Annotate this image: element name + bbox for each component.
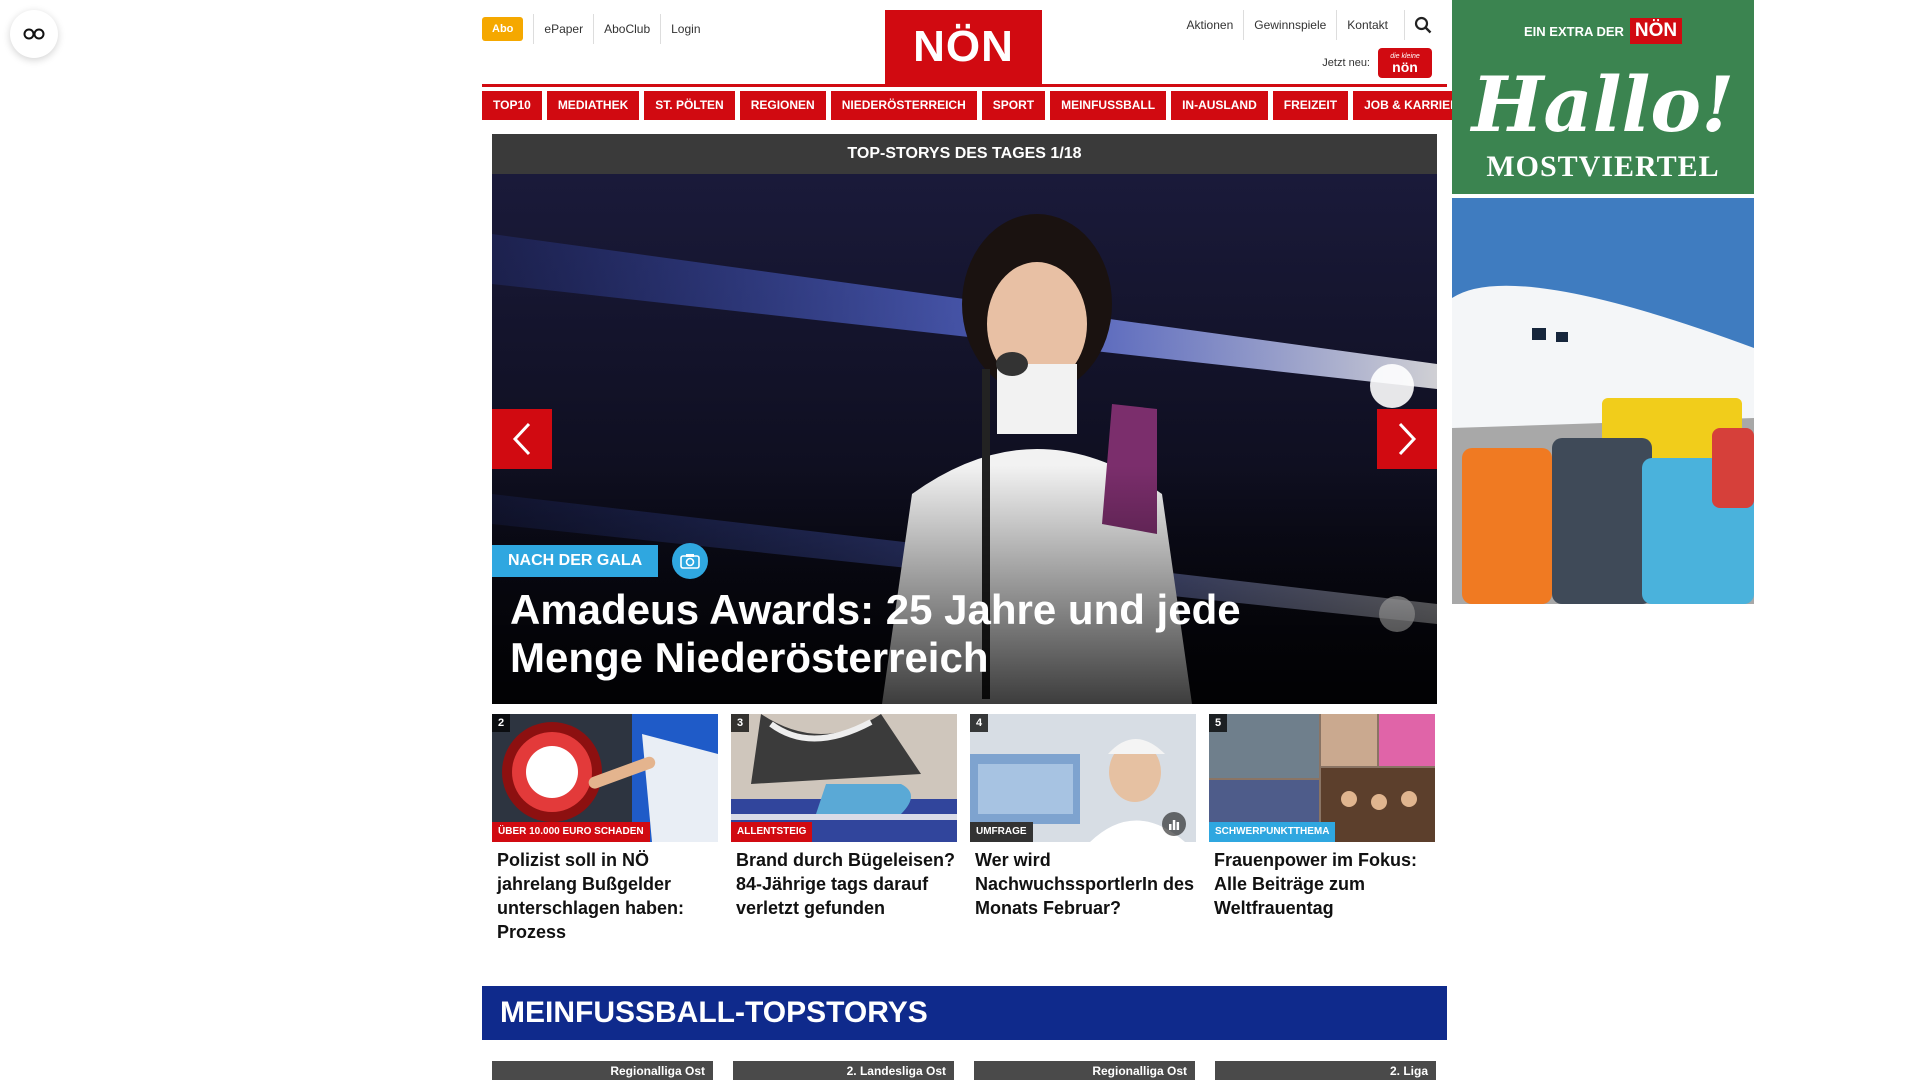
- aktionen-link[interactable]: Aktionen: [1177, 10, 1244, 40]
- site-logo[interactable]: NÖN: [885, 10, 1042, 84]
- teaser-headline[interactable]: Brand durch Bügeleisen? 84-Jährige tags …: [731, 848, 957, 920]
- meinfussball-cards: Regionalliga Ost 2. Landesliga Ost Regio…: [492, 1061, 1437, 1080]
- hero-kicker-row: NACH DER GALA: [492, 543, 709, 579]
- login-link[interactable]: Login: [660, 14, 710, 44]
- ad-headline: Hallo!: [1471, 60, 1735, 149]
- kontakt-link[interactable]: Kontakt: [1336, 10, 1398, 40]
- hallo-mostviertel-ad[interactable]: EIN EXTRA DER NÖN Hallo! MOSTVIERTEL: [1452, 0, 1754, 194]
- meinfussball-card[interactable]: 2. Landesliga Ost: [733, 1061, 954, 1080]
- meinfussball-card[interactable]: 2. Liga: [1215, 1061, 1436, 1080]
- header-divider: [482, 84, 1447, 87]
- teaser-card[interactable]: 2 ÜBER 10.000 EURO SCHADEN Polizist soll…: [492, 714, 718, 944]
- nav-item-sport[interactable]: SPORT: [981, 91, 1046, 120]
- teaser-number: 5: [1209, 714, 1227, 732]
- nav-item-freizeit[interactable]: FREIZEIT: [1272, 91, 1349, 120]
- slider-next-button[interactable]: [1377, 409, 1437, 469]
- top-story-teasers: 2 ÜBER 10.000 EURO SCHADEN Polizist soll…: [492, 714, 1437, 944]
- meinfussball-card[interactable]: Regionalliga Ost: [974, 1061, 1195, 1080]
- teaser-kicker: UMFRAGE: [970, 822, 1033, 842]
- nav-item-mediathek[interactable]: MEDIATHEK: [546, 91, 640, 120]
- teaser-kicker: ALLENTSTEIG: [731, 822, 813, 842]
- teaser-kicker: SCHWERPUNKTTHEMA: [1209, 822, 1336, 842]
- camera-icon: [680, 554, 701, 569]
- utility-nav-right: Aktionen Gewinnspiele Kontakt: [1177, 10, 1432, 40]
- glasses-icon: [23, 28, 45, 40]
- league-label: Regionalliga Ost: [1092, 1064, 1187, 1078]
- nav-item-in-ausland[interactable]: IN-AUSLAND: [1171, 91, 1268, 120]
- nav-item-niederoesterreich[interactable]: NIEDERÖSTERREICH: [830, 91, 977, 120]
- page: Abo ePaper AboClub Login NÖN Aktionen Ge…: [0, 0, 1920, 1080]
- league-label: 2. Landesliga Ost: [846, 1064, 946, 1078]
- reader-mode-button[interactable]: [10, 10, 58, 58]
- slider-prev-button[interactable]: [492, 409, 552, 469]
- teaser-number: 4: [970, 714, 988, 732]
- nav-item-st-poelten[interactable]: ST. PÖLTEN: [644, 91, 735, 120]
- gewinnspiele-link[interactable]: Gewinnspiele: [1243, 10, 1336, 40]
- nav-item-regionen[interactable]: REGIONEN: [739, 91, 826, 120]
- nav-item-top10[interactable]: TOP10: [482, 91, 542, 120]
- chevron-right-icon: [1398, 422, 1417, 456]
- teaser-card[interactable]: 5 SCHWERPUNKTTHEMA Frauenpower im Fokus:…: [1209, 714, 1435, 944]
- teaser-number: 3: [731, 714, 749, 732]
- nav-item-meinfussball[interactable]: MEINFUSSBALL: [1050, 91, 1167, 120]
- jetzt-neu-label: Jetzt neu:: [1322, 57, 1370, 69]
- teaser-headline[interactable]: Frauenpower im Fokus: Alle Beiträge zum …: [1209, 848, 1435, 920]
- search-icon: [1414, 16, 1431, 34]
- league-label: Regionalliga Ost: [610, 1064, 705, 1078]
- main-nav: TOP10 MEDIATHEK ST. PÖLTEN REGIONEN NIED…: [482, 91, 1478, 120]
- poll-badge: [1162, 812, 1186, 836]
- airport-ad-image[interactable]: [1452, 198, 1754, 604]
- teaser-headline[interactable]: Wer wird NachwuchssportlerIn des Monats …: [970, 848, 1196, 920]
- teaser-kicker: ÜBER 10.000 EURO SCHADEN: [492, 822, 650, 842]
- hero-headline[interactable]: Amadeus Awards: 25 Jahre und jede Menge …: [510, 586, 1370, 682]
- search-button[interactable]: [1404, 10, 1432, 40]
- hero-kicker: NACH DER GALA: [492, 545, 659, 577]
- gallery-badge: [672, 543, 709, 579]
- teaser-card[interactable]: 3 ALLENTSTEIG Brand durch Bügeleisen? 84…: [731, 714, 957, 944]
- meinfussball-section-title[interactable]: MEINFUSSBALL-TOPSTORYS: [482, 986, 1447, 1040]
- ad-noen-logo: NÖN: [1629, 18, 1683, 44]
- utility-nav-left: Abo ePaper AboClub Login: [482, 14, 711, 44]
- meinfussball-card[interactable]: Regionalliga Ost: [492, 1061, 713, 1080]
- teaser-number: 2: [492, 714, 510, 732]
- ad-extra-line: EIN EXTRA DER NÖN: [1524, 18, 1683, 44]
- chevron-left-icon: [512, 422, 531, 456]
- aboclub-link[interactable]: AboClub: [593, 14, 660, 44]
- league-label: 2. Liga: [1389, 1064, 1428, 1078]
- teaser-image[interactable]: 4 UMFRAGE: [970, 714, 1196, 842]
- epaper-link[interactable]: ePaper: [533, 14, 593, 44]
- teaser-image[interactable]: 2 ÜBER 10.000 EURO SCHADEN: [492, 714, 718, 842]
- slider-title: TOP-STORYS DES TAGES 1/18: [492, 134, 1437, 174]
- jetzt-neu-promo: Jetzt neu: die kleine nön: [1322, 48, 1432, 78]
- ad-extra-text: EIN EXTRA DER: [1524, 23, 1624, 39]
- teaser-card[interactable]: 4 UMFRAGE Wer wird NachwuchssportlerIn d…: [970, 714, 1196, 944]
- airport-illustration: [1452, 198, 1754, 604]
- teaser-headline[interactable]: Polizist soll in NÖ jahrelang Bußgelder …: [492, 848, 718, 944]
- ad-region: MOSTVIERTEL: [1486, 150, 1720, 183]
- teaser-image[interactable]: 3 ALLENTSTEIG: [731, 714, 957, 842]
- teaser-image[interactable]: 5 SCHWERPUNKTTHEMA: [1209, 714, 1435, 842]
- kleine-noen-badge-text: nön: [1392, 58, 1418, 75]
- abo-button[interactable]: Abo: [482, 17, 524, 41]
- kleine-noen-badge[interactable]: die kleine nön: [1378, 48, 1432, 78]
- bar-chart-icon: [1169, 820, 1180, 830]
